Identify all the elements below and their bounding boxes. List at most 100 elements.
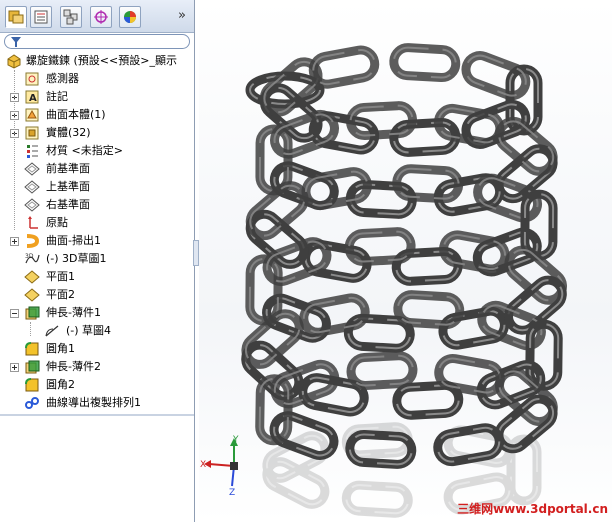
tree-item-sensors[interactable]: 感測器 [0,70,194,88]
origin-icon [28,216,38,229]
featuremanager-tab[interactable] [5,6,27,28]
tree-item-surface-bodies[interactable]: 曲面本體(1) [0,106,194,124]
chain-link [262,457,330,509]
collapse-toggle[interactable] [10,309,19,318]
fillet-icon [25,378,39,392]
tree-item-curve-driven-pattern1[interactable]: 曲線導出複製排列1 [0,394,194,412]
plane-feature-icon [24,270,40,284]
surface-bodies-icon [25,108,39,122]
tree-item-label: 平面2 [46,288,75,301]
annotation-icon: A [25,90,39,104]
tree-item-label: 前基準面 [46,162,90,175]
tree-item-material[interactable]: 材質 <未指定> [0,142,194,160]
tree-item-label: 曲線導出複製排列1 [46,396,141,409]
tree-item-label: 材質 <未指定> [46,144,123,157]
tree-item-3d-sketch1[interactable]: 3D (-) 3D草圖1 [0,250,194,268]
triad-x-label: X [200,460,206,470]
material-icon [27,145,38,158]
tree-item-fillet2[interactable]: 圓角2 [0,376,194,394]
chain-model: X Y Z [200,43,568,518]
part-icon [7,54,21,69]
chain-link [245,181,309,241]
tree-item-extrude-thin2[interactable]: 伸長-薄件2 [0,358,194,376]
sketch-icon [45,325,59,337]
tree-item-origin[interactable]: 原點 [0,214,194,232]
sensor-icon [25,72,39,86]
propertymanager-tab[interactable] [30,6,52,28]
chain-link [461,51,531,101]
expand-toggle[interactable] [10,363,19,372]
tree-item-label: 實體(32) [46,126,91,139]
3d-sketch-icon: 3D [25,253,40,264]
tree-item-label: 曲面-掃出1 [46,234,101,247]
graphics-area[interactable]: X Y Z [199,0,612,522]
watermark-text: 三维网www.3dportal.cn [457,502,608,516]
feature-manager-panel: » 螺旋鐵鍊 (預設<<預設>_顯示 感測器 A 註記 曲面本體(1) 實體(3… [0,0,195,522]
tree-item-annotations[interactable]: A 註記 [0,88,194,106]
chain-link [346,351,418,390]
curve-pattern-icon [25,397,39,409]
triad-origin [230,462,238,470]
tree-root[interactable]: 螺旋鐵鍊 (預設<<預設>_顯示 [0,52,194,70]
tree-item-plane2[interactable]: 平面2 [0,286,194,304]
tree-item-label: 伸長-薄件1 [46,306,101,319]
configurationmanager-tab[interactable] [60,6,82,28]
svg-text:A: A [29,93,37,104]
tree-item-label: 曲面本體(1) [46,108,106,121]
tree-root-label: 螺旋鐵鍊 (預設<<預設>_顯示 [26,54,177,67]
chain-link [393,290,465,330]
tree-item-plane1[interactable]: 平面1 [0,268,194,286]
chain-link [389,43,461,83]
tree-item-front-plane[interactable]: 前基準面 [0,160,194,178]
manager-tab-bar: » [0,0,194,33]
appearance-icon [124,11,136,23]
filter-icon [11,37,21,47]
tree-item-label: 右基準面 [46,198,90,211]
fillet-icon [25,342,39,356]
tree-item-surface-sweep1[interactable]: 曲面-掃出1 [0,232,194,250]
tree-item-label: 上基準面 [46,180,90,193]
view-triad: X Y Z [200,435,239,498]
display-manager-tab[interactable] [119,6,141,28]
tree-filter-input[interactable] [4,34,190,49]
tree-item-right-plane[interactable]: 右基準面 [0,196,194,214]
tree-item-top-plane[interactable]: 上基準面 [0,178,194,196]
chain-links [241,43,568,469]
triad-z-label: Z [229,488,235,498]
plane-icon [24,180,40,194]
extrude-thin-icon [25,360,40,374]
tree-item-label: 伸長-薄件2 [46,360,101,373]
tree-guide-line [30,322,31,336]
plane-feature-icon [24,288,40,302]
chain-link [308,45,380,89]
tree-item-label: 感測器 [46,72,79,85]
tree-item-extrude-thin1[interactable]: 伸長-薄件1 [0,304,194,322]
tree-item-label: 平面1 [46,270,75,283]
tree-item-solid-bodies[interactable]: 實體(32) [0,124,194,142]
plane-icon [24,162,40,176]
panel-separator [0,414,194,416]
tree-item-label: (-) 3D草圖1 [46,252,107,265]
feature-tree-icon [8,10,24,24]
svg-text:3D: 3D [25,253,34,260]
extrude-thin-icon [25,306,40,320]
chain-link [494,116,558,176]
tree-item-label: 原點 [46,216,68,229]
tree-item-label: 圓角1 [46,342,75,355]
plane-icon [24,198,40,212]
property-icon [34,10,48,24]
tree-item-label: 註記 [46,90,68,103]
tree-item-label: 圓角2 [46,378,75,391]
surface-sweep-icon [26,234,40,248]
configuration-icon [63,9,78,25]
tree-item-fillet1[interactable]: 圓角1 [0,340,194,358]
triad-y-label: Y [232,435,239,445]
tree-item-label: (-) 草圖4 [66,324,112,337]
tree-guide-line [14,70,15,230]
dimxpert-tab[interactable] [90,6,112,28]
more-tabs-chevron-icon[interactable]: » [176,9,188,23]
feature-tree: 螺旋鐵鍊 (預設<<預設>_顯示 感測器 A 註記 曲面本體(1) 實體(32)… [0,52,194,412]
crosshair-icon [94,10,108,24]
expand-toggle[interactable] [10,237,19,246]
solid-bodies-icon [25,126,39,140]
